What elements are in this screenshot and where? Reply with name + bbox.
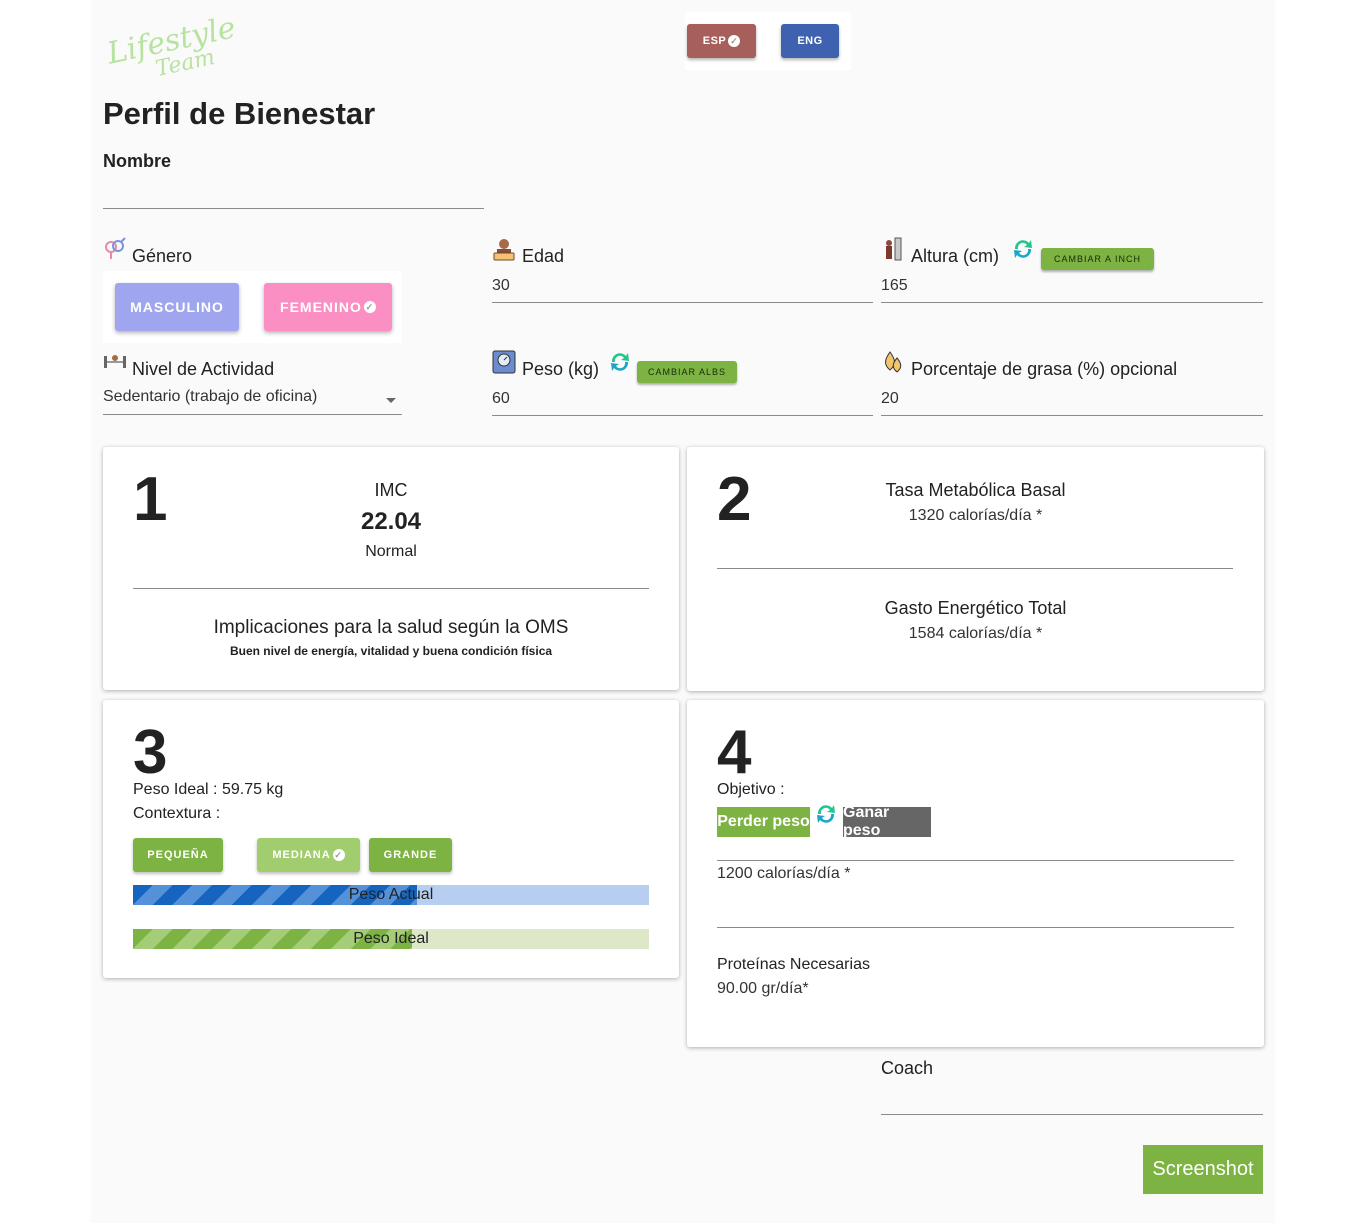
name-underline [103, 208, 484, 209]
male-label: MASCULINO [130, 299, 224, 315]
height-unit-button[interactable]: CAMBIAR A INCH [1041, 248, 1154, 270]
language-switch: ESP ✓ ENG [685, 12, 851, 70]
ideal-weight-bar-label: Peso Ideal [353, 930, 429, 947]
page: Lifestyle Team ESP ✓ ENG Perfil de Bienes… [91, 0, 1275, 1223]
chevron-down-icon [386, 398, 396, 403]
age-underline [492, 302, 873, 303]
fat-icon [885, 351, 902, 373]
goal-label: Objetivo : [717, 781, 785, 798]
screenshot-label: Screenshot [1152, 1158, 1254, 1180]
weight-unit-button[interactable]: CAMBIAR ALBS [637, 361, 737, 383]
height-label: Altura (cm) [911, 246, 1000, 266]
build-large-button[interactable]: GRANDE [369, 838, 452, 872]
goal-calories: 1200 calorías/día * [717, 865, 851, 882]
coach-label: Coach [881, 1058, 934, 1078]
activity-label: Nivel de Actividad [132, 359, 275, 379]
bmi-value: 22.04 [360, 508, 422, 535]
fat-underline [881, 415, 1263, 416]
tmb-value: 1320 calorías/día * [908, 507, 1043, 524]
oms-text: Buen nivel de energía, vitalidad y buena… [229, 644, 553, 658]
build-label: Contextura : [133, 805, 221, 822]
card-ideal-weight: 3 Peso Ideal : 59.75 kg Contextura : PEQ… [103, 700, 679, 978]
build-medium-button[interactable]: MEDIANA ✓ [257, 838, 360, 872]
weight-unit-label: CAMBIAR ALBS [647, 367, 727, 377]
lang-eng-button[interactable]: ENG [781, 24, 839, 58]
activity-selected: Sedentario (trabajo de oficina) [103, 388, 318, 405]
age-label: Edad [522, 246, 565, 266]
protein-label: Proteínas Necesarias [717, 956, 870, 973]
male-button[interactable]: MASCULINO [115, 283, 239, 331]
refresh-icon[interactable] [1011, 237, 1035, 261]
gender-icon [105, 237, 126, 259]
female-label: FEMENINO [280, 299, 362, 315]
name-label: Nombre [103, 151, 172, 171]
build-large-label: GRANDE [383, 849, 438, 861]
card-number: 3 [133, 718, 168, 787]
bmi-label: IMC [374, 480, 408, 500]
lang-eng-label: ENG [797, 35, 823, 47]
divider [717, 860, 1234, 861]
card-goal: 4 Objetivo : Perder peso Ganar peso 1200… [687, 700, 1264, 1047]
weight-value[interactable]: 60 [492, 390, 510, 408]
build-medium-label: MEDIANA [272, 849, 331, 861]
gender-label: Género [132, 246, 193, 266]
activity-icon [104, 355, 126, 368]
gain-weight-label: Ganar peso [843, 804, 890, 839]
name-input[interactable] [103, 176, 484, 208]
height-unit-label: CAMBIAR A INCH [1053, 254, 1141, 264]
logo: Lifestyle Team [103, 10, 239, 78]
tmb-title: Tasa Metabólica Basal [885, 480, 1066, 500]
height-icon [886, 237, 902, 261]
lang-esp-label: ESP [702, 35, 727, 47]
get-value: 1584 calorías/día * [908, 625, 1043, 642]
ideal-weight-bar: Peso Ideal [133, 929, 649, 949]
scale-icon [492, 350, 516, 374]
actual-weight-label: Peso Actual [348, 886, 434, 903]
coach-input[interactable] [881, 1084, 1263, 1114]
coach-underline [881, 1114, 1263, 1115]
fat-value[interactable]: 20 [881, 390, 899, 408]
weight-label: Peso (kg) [522, 359, 600, 379]
build-small-button[interactable]: PEQUEÑA [133, 838, 223, 872]
bmi-status: Normal [365, 543, 417, 560]
refresh-icon[interactable] [608, 350, 632, 374]
get-title: Gasto Energético Total [884, 598, 1067, 618]
lose-weight-label: Perder peso [717, 813, 810, 830]
fat-label: Porcentaje de grasa (%) opcional [911, 359, 1178, 379]
height-underline [881, 302, 1263, 303]
height-value[interactable]: 165 [881, 277, 908, 295]
divider [717, 568, 1233, 569]
card-metabolism: 2 Tasa Metabólica Basal 1320 calorías/dí… [687, 447, 1264, 691]
build-small-label: PEQUEÑA [147, 849, 209, 861]
check-icon: ✓ [332, 849, 345, 861]
protein-value: 90.00 gr/día* [717, 980, 809, 997]
divider [133, 588, 649, 589]
card-number: 4 [717, 718, 752, 787]
activity-select[interactable]: Sedentario (trabajo de oficina) [103, 388, 402, 414]
divider [717, 927, 1234, 928]
weight-underline [492, 415, 873, 416]
oms-title: Implicaciones para la salud según la OMS [213, 617, 569, 638]
lose-weight-button[interactable]: Perder peso [717, 807, 810, 837]
age-icon [493, 239, 515, 261]
card-bmi: 1 IMC 22.04 Normal Implicaciones para la… [103, 447, 679, 690]
check-icon: ✓ [363, 301, 376, 313]
gender-selector: MASCULINO FEMENINO ✓ [103, 271, 402, 343]
activity-underline [103, 414, 402, 415]
actual-weight-bar: Peso Actual [133, 885, 649, 905]
check-icon: ✓ [728, 35, 741, 47]
ideal-weight: Peso Ideal : 59.75 kg [133, 781, 284, 798]
female-button[interactable]: FEMENINO ✓ [264, 283, 392, 331]
screenshot-button[interactable]: Screenshot [1143, 1145, 1263, 1194]
page-title: Perfil de Bienestar [103, 96, 376, 131]
age-value[interactable]: 30 [492, 277, 510, 295]
gain-weight-button[interactable]: Ganar peso [843, 804, 931, 839]
refresh-icon[interactable] [814, 802, 838, 826]
lang-esp-button[interactable]: ESP ✓ [687, 24, 756, 58]
